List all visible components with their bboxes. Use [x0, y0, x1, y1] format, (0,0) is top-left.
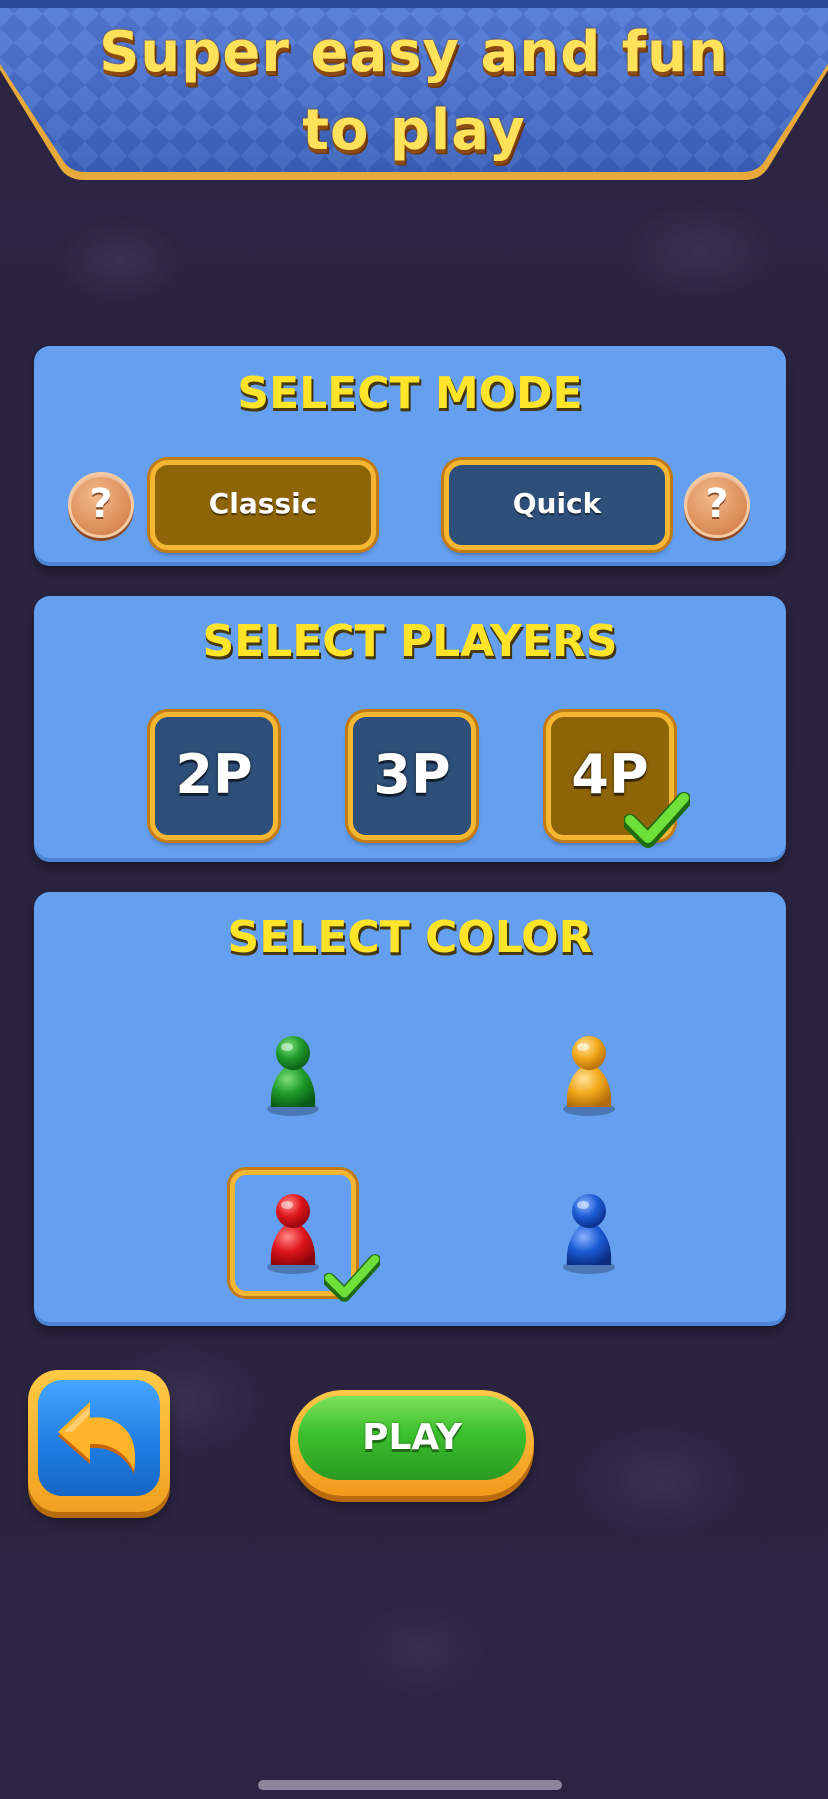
players-2p-label: 2P	[175, 743, 253, 806]
green-pawn-icon	[267, 1036, 319, 1116]
question-mark-icon: ?	[705, 481, 729, 527]
mode-panel-title: SELECT MODE	[237, 368, 583, 419]
quick-mode-button[interactable]: Quick	[444, 460, 670, 550]
back-button-face	[38, 1380, 160, 1496]
classic-help-button[interactable]: ?	[68, 472, 134, 538]
back-button[interactable]	[28, 1370, 170, 1512]
pawn-blue-option[interactable]	[526, 1170, 652, 1296]
mode-panel: SELECT MODE ? Classic Quick ?	[34, 346, 786, 566]
red-pawn-icon	[267, 1194, 319, 1274]
color-panel: SELECT COLOR	[34, 892, 786, 1326]
players-2p-button[interactable]: 2P	[150, 712, 278, 840]
players-3p-button[interactable]: 3P	[348, 712, 476, 840]
quick-help-button[interactable]: ?	[684, 472, 750, 538]
checkmark-icon	[324, 1254, 380, 1302]
play-button-label: PLAY	[298, 1396, 526, 1480]
players-panel-title: SELECT PLAYERS	[202, 616, 618, 667]
classic-mode-label: Classic	[208, 487, 318, 520]
page-title: Super easy and fun to play	[0, 14, 828, 170]
pawn-green-option[interactable]	[230, 1012, 356, 1138]
home-indicator[interactable]	[258, 1780, 562, 1790]
title-line-2: to play	[302, 98, 526, 163]
play-button[interactable]: PLAY	[290, 1390, 534, 1496]
header-banner: Super easy and fun to play	[0, 0, 828, 200]
title-line-1: Super easy and fun	[99, 20, 729, 85]
checkmark-icon	[624, 792, 690, 848]
blue-pawn-icon	[563, 1194, 615, 1274]
classic-mode-button[interactable]: Classic	[150, 460, 376, 550]
color-panel-title: SELECT COLOR	[227, 912, 593, 963]
question-mark-icon: ?	[89, 481, 113, 527]
players-panel: SELECT PLAYERS 2P 3P 4P	[34, 596, 786, 862]
pawn-yellow-option[interactable]	[526, 1012, 652, 1138]
players-3p-label: 3P	[373, 743, 451, 806]
quick-mode-label: Quick	[512, 487, 602, 520]
yellow-pawn-icon	[563, 1036, 615, 1116]
undo-arrow-icon	[58, 1402, 136, 1474]
